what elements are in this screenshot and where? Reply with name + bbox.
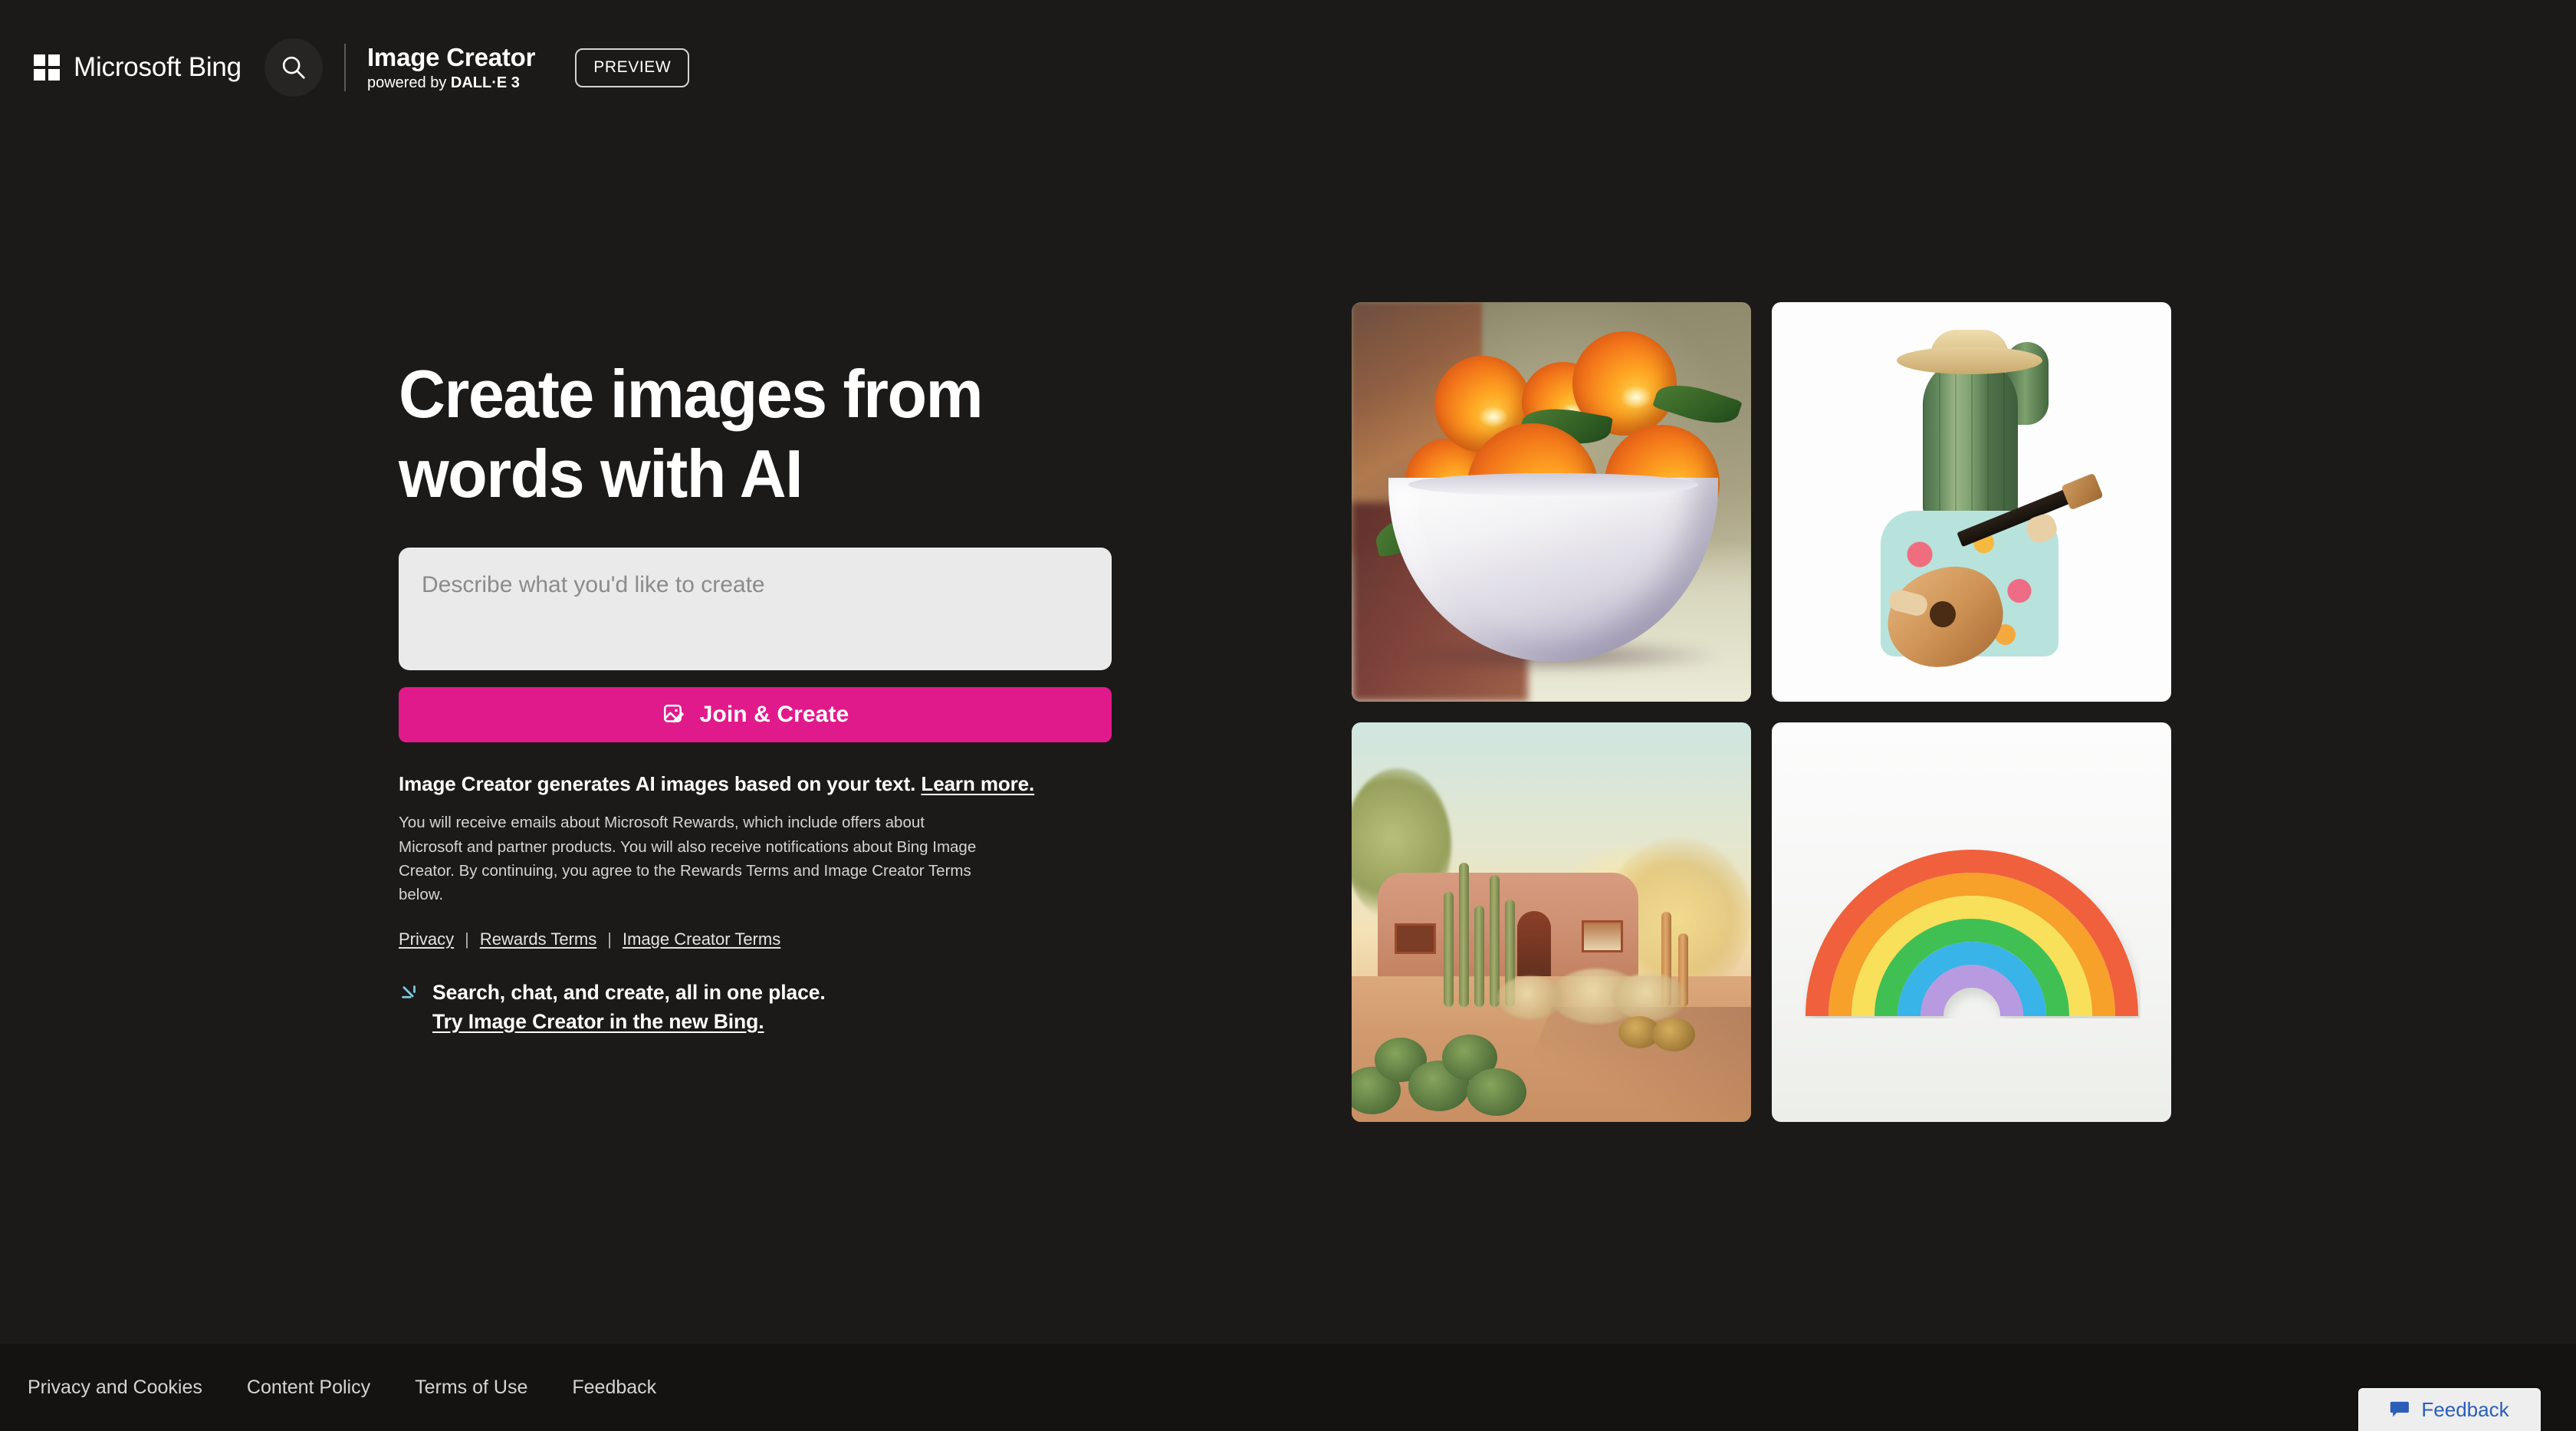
hero-column: Create images from words with AI Join & … <box>399 354 1116 1036</box>
gallery-tile-desert-adobe-house[interactable] <box>1352 722 1751 1122</box>
search-icon <box>282 56 305 79</box>
join-and-create-button[interactable]: Join & Create <box>399 686 1112 742</box>
house-window-right <box>1582 920 1623 952</box>
cactus-body <box>1923 357 2018 525</box>
microsoft-bing-logo[interactable]: Microsoft Bing <box>34 44 242 90</box>
preview-badge[interactable]: PREVIEW <box>575 48 690 87</box>
gallery-tile-paper-rainbow[interactable] <box>1772 722 2171 1122</box>
sample-image-gallery <box>1352 302 2171 1123</box>
promo-line-1: Search, chat, and create, all in one pla… <box>432 981 826 1005</box>
guitar-headstock <box>2061 472 2104 511</box>
legal-links-row: Privacy | Rewards Terms | Image Creator … <box>399 929 1116 949</box>
learn-more-link[interactable]: Learn more. <box>921 772 1034 795</box>
legal-links-separator-2: | <box>607 929 612 949</box>
top-header: Microsoft Bing Image Creator powered by … <box>0 0 2576 135</box>
footer-link-feedback[interactable]: Feedback <box>572 1377 656 1399</box>
paper-rainbow-illustration <box>1803 838 2141 1022</box>
footer-link-terms-of-use[interactable]: Terms of Use <box>415 1377 527 1399</box>
feedback-tab-button[interactable]: Feedback <box>2358 1388 2541 1431</box>
legal-links-separator-1: | <box>465 929 469 949</box>
rewards-terms-link[interactable]: Rewards Terms <box>480 929 596 949</box>
brand-wordmark: Microsoft Bing <box>74 52 242 82</box>
image-edit-icon <box>663 704 684 723</box>
legal-headline-text: Image Creator generates AI images based … <box>399 771 922 795</box>
columnar-cactus <box>1459 863 1469 1007</box>
header-divider <box>343 44 346 91</box>
promo-block: Search, chat, and create, all in one pla… <box>399 979 1116 1036</box>
search-button[interactable] <box>264 38 323 97</box>
house-window-left <box>1395 923 1436 954</box>
microsoft-squares-icon <box>34 54 60 81</box>
image-creator-terms-link[interactable]: Image Creator Terms <box>623 929 780 949</box>
prickly-pear-pad <box>1467 1068 1526 1116</box>
columnar-cactus <box>1490 875 1500 1007</box>
app-title-block: Image Creator powered by DALL·E 3 <box>366 43 536 92</box>
gallery-tile-oranges-oil-painting[interactable] <box>1352 302 1751 702</box>
app-subtitle-prefix: powered by <box>366 74 451 91</box>
app-title: Image Creator <box>366 43 536 71</box>
desert-bush <box>1497 976 1563 1019</box>
try-image-creator-link[interactable]: Try Image Creator in the new Bing. <box>432 1010 764 1033</box>
page-title: Create images from words with AI <box>399 356 984 512</box>
feedback-tab-label: Feedback <box>2421 1397 2509 1421</box>
prompt-input[interactable] <box>399 547 1112 670</box>
columnar-cactus <box>1444 892 1454 1007</box>
footer-link-content-policy[interactable]: Content Policy <box>247 1377 370 1399</box>
columnar-cactus <box>1474 906 1484 1007</box>
bing-chat-arrow-icon <box>402 985 416 998</box>
speech-bubble-icon <box>2390 1401 2410 1417</box>
join-and-create-label: Join & Create <box>699 701 849 727</box>
page-footer: Privacy and Cookies Content Policy Terms… <box>0 1344 2576 1431</box>
rainbow-arc-icon <box>1805 849 2138 1017</box>
privacy-link[interactable]: Privacy <box>399 929 454 949</box>
footer-link-privacy-and-cookies[interactable]: Privacy and Cookies <box>28 1377 202 1399</box>
straw-hat-brim <box>1897 347 2042 374</box>
desert-bush <box>1612 973 1686 1021</box>
promo-text: Search, chat, and create, all in one pla… <box>432 979 826 1036</box>
app-subtitle: powered by DALL·E 3 <box>367 74 535 92</box>
legal-headline: Image Creator generates AI images based … <box>399 771 1116 798</box>
legal-body-text: You will receive emails about Microsoft … <box>399 814 977 903</box>
gallery-tile-cactus-guitarist[interactable] <box>1772 302 2171 702</box>
house-arched-door <box>1517 911 1551 979</box>
prickly-pear-pad <box>1652 1018 1695 1051</box>
app-subtitle-model: DALL·E 3 <box>450 74 520 91</box>
